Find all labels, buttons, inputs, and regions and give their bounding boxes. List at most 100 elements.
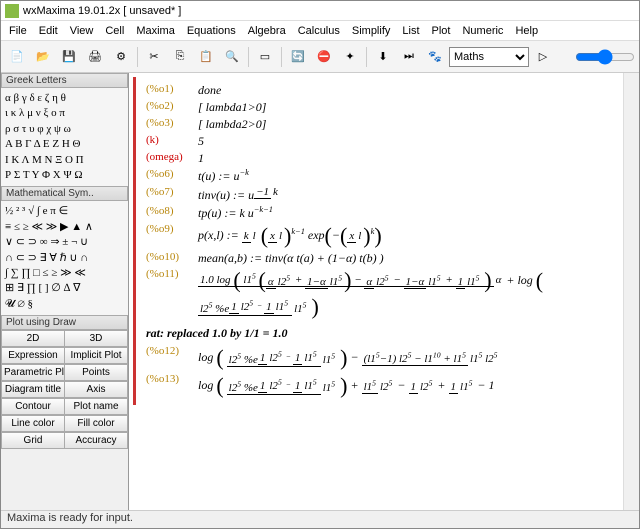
scrollbar-vertical[interactable]: [623, 73, 639, 510]
new-doc-icon[interactable]: 📄: [5, 45, 29, 69]
output-line[interactable]: (k)5: [146, 134, 625, 149]
animate-icon[interactable]: 🐾: [423, 45, 447, 69]
output-label: (%o7): [146, 186, 198, 198]
mathsym-row[interactable]: ≡ ≤ ≥ ≪ ≫ ▶ ▲ ∧: [5, 220, 124, 235]
menu-plot[interactable]: Plot: [426, 23, 457, 39]
menu-edit[interactable]: Edit: [33, 23, 64, 39]
menu-simplify[interactable]: Simplify: [346, 23, 397, 39]
plot-btn-diagram-title[interactable]: Diagram title: [1, 381, 65, 398]
plot-btn-implicit-plot[interactable]: Implicit Plot: [65, 347, 128, 364]
output-label: (omega): [146, 151, 198, 163]
plot-btn-contour[interactable]: Contour: [1, 398, 65, 415]
rat-remark: rat: replaced 1.0 by 1/1 = 1.0: [146, 326, 625, 341]
greek-panel-title[interactable]: Greek Letters: [1, 73, 128, 88]
settings-icon[interactable]: ⚙: [109, 45, 133, 69]
output-math: t(u) := u−k: [198, 168, 249, 184]
play-icon[interactable]: ✦: [338, 45, 362, 69]
output-line[interactable]: (%o12)log ( l25 %e1l25 − 1l15l15 ) − (l1…: [146, 345, 625, 371]
menu-numeric[interactable]: Numeric: [456, 23, 509, 39]
save-icon[interactable]: 💾: [57, 45, 81, 69]
output-math: mean(a,b) := tinv(α t(a) + (1−α) t(b) ): [198, 251, 384, 266]
plot-btn-points[interactable]: Points: [65, 364, 128, 381]
statusbar: Maxima is ready for input.: [1, 510, 639, 528]
output-line[interactable]: (%o3)[ lambda2>0]: [146, 117, 625, 132]
output-line[interactable]: (%o6)t(u) := u−k: [146, 168, 625, 184]
window-title: wxMaxima 19.01.2x [ unsaved* ]: [23, 5, 181, 17]
mathsym-row[interactable]: ⊞ ∃ ∏ [ ] ∅ ∆ ∇: [5, 281, 124, 296]
output-line[interactable]: (%o2)[ lambda1>0]: [146, 100, 625, 115]
stop-icon[interactable]: ⛔: [312, 45, 336, 69]
output-math: 5: [198, 134, 204, 149]
output-label: (%o3): [146, 117, 198, 129]
menu-help[interactable]: Help: [509, 23, 544, 39]
output-label: (k): [146, 134, 198, 146]
output-math: 1.0 log ( l15 (αl25 + 1−αl15) − αl25 − 1…: [198, 268, 625, 320]
greek-row[interactable]: Α Β Γ Δ Ε Ζ Η Θ: [5, 137, 124, 152]
select-icon[interactable]: ▭: [253, 45, 277, 69]
copy-icon[interactable]: ⎘: [168, 45, 192, 69]
output-label: (%o1): [146, 83, 198, 95]
greek-row[interactable]: α β γ δ ε ζ η θ: [5, 91, 124, 106]
output-line[interactable]: (%o11)1.0 log ( l15 (αl25 + 1−αl15) − αl…: [146, 268, 625, 320]
print-icon[interactable]: 🖨: [83, 45, 107, 69]
output-line[interactable]: (%o13)log ( l25 %e1l25 − 1l15l15 ) + l15…: [146, 373, 625, 399]
plot-btn-plot-name[interactable]: Plot name: [65, 398, 128, 415]
find-icon[interactable]: 🔍: [220, 45, 244, 69]
zoom-slider[interactable]: [575, 49, 635, 65]
mathsym-row[interactable]: ½ ² ³ √ ∫ e π ∈: [5, 204, 124, 219]
menu-equations[interactable]: Equations: [181, 23, 242, 39]
output-label: (%o9): [146, 223, 198, 235]
output-line[interactable]: (%o9)p(x,l) := kl (xl)k−1 exp(−(xl)k): [146, 223, 625, 249]
plot-panel-title[interactable]: Plot using Draw: [1, 315, 128, 330]
plot-btn-grid[interactable]: Grid: [1, 432, 65, 449]
plot-btn-2d[interactable]: 2D: [1, 330, 65, 347]
plot-btn-line-color[interactable]: Line color: [1, 415, 65, 432]
mathsym-row[interactable]: ∨ ⊂ ⊃ ∞ ⇒ ± ¬ ∪: [5, 235, 124, 250]
greek-row[interactable]: ρ σ τ υ φ χ ψ ω: [5, 122, 124, 137]
menu-calculus[interactable]: Calculus: [292, 23, 346, 39]
output-math: log ( l25 %e1l25 − 1l15l15 ) − (l15−1) l…: [198, 345, 500, 371]
plot-btn-accuracy[interactable]: Accuracy: [65, 432, 128, 449]
mathsym-panel-title[interactable]: Mathematical Sym..: [1, 186, 128, 201]
greek-row[interactable]: Ρ Σ Τ Υ Φ Χ Ψ Ω: [5, 168, 124, 183]
mathsym-row[interactable]: ∩ ⊂ ⊃ ∃ ∀ ℏ ∪ ∩: [5, 251, 124, 266]
mathsym-row[interactable]: ∫ ∑ ∏ □ ≤ ≥ ≫ ≪: [5, 266, 124, 281]
open-icon[interactable]: 📂: [31, 45, 55, 69]
mathsym-row[interactable]: 𝓤 ∅ §: [5, 297, 124, 312]
output-line[interactable]: (%o1)done: [146, 83, 625, 98]
step-down-icon[interactable]: ⬇: [371, 45, 395, 69]
paste-icon[interactable]: 📋: [194, 45, 218, 69]
menu-list[interactable]: List: [396, 23, 425, 39]
plot-btn-expression[interactable]: Expression: [1, 347, 65, 364]
document-area[interactable]: (%o1)done (%o2)[ lambda1>0] (%o3)[ lambda2…: [129, 73, 639, 510]
output-math: log ( l25 %e1l25 − 1l15l15 ) + l15l25 − …: [198, 373, 495, 399]
output-math: [ lambda2>0]: [198, 117, 266, 132]
output-math: 1: [198, 151, 204, 166]
plot-btn-fill-color[interactable]: Fill color: [65, 415, 128, 432]
app-icon: [5, 4, 19, 18]
menubar: FileEditViewCellMaximaEquationsAlgebraCa…: [1, 21, 639, 41]
play-triangle-icon[interactable]: ▷: [531, 45, 555, 69]
menu-maxima[interactable]: Maxima: [130, 23, 181, 39]
plot-btn-3d[interactable]: 3D: [65, 330, 128, 347]
output-line[interactable]: (omega)1: [146, 151, 625, 166]
toolbar-separator: [248, 47, 249, 67]
cut-icon[interactable]: ✂: [142, 45, 166, 69]
menu-algebra[interactable]: Algebra: [242, 23, 292, 39]
toolbar-separator: [137, 47, 138, 67]
greek-row[interactable]: Ι Κ Λ Μ Ν Ξ Ο Π: [5, 153, 124, 168]
output-label: (%o10): [146, 251, 198, 263]
menu-file[interactable]: File: [3, 23, 33, 39]
output-line[interactable]: (%o10)mean(a,b) := tinv(α t(a) + (1−α) t…: [146, 251, 625, 266]
refresh-icon[interactable]: 🔄: [286, 45, 310, 69]
step-forward-icon[interactable]: ⏭: [397, 45, 421, 69]
output-line[interactable]: (%o8)tp(u) := k u−k−1: [146, 205, 625, 221]
plot-btn-parametric-pl[interactable]: Parametric Pl: [1, 364, 65, 381]
plot-btn-axis[interactable]: Axis: [65, 381, 128, 398]
greek-row[interactable]: ι κ λ μ ν ξ ο π: [5, 106, 124, 121]
output-line[interactable]: (%o7)tinv(u) := u−1k: [146, 186, 625, 203]
mode-select[interactable]: Maths: [449, 47, 529, 67]
menu-view[interactable]: View: [64, 23, 100, 39]
toolbar-separator: [366, 47, 367, 67]
menu-cell[interactable]: Cell: [99, 23, 130, 39]
